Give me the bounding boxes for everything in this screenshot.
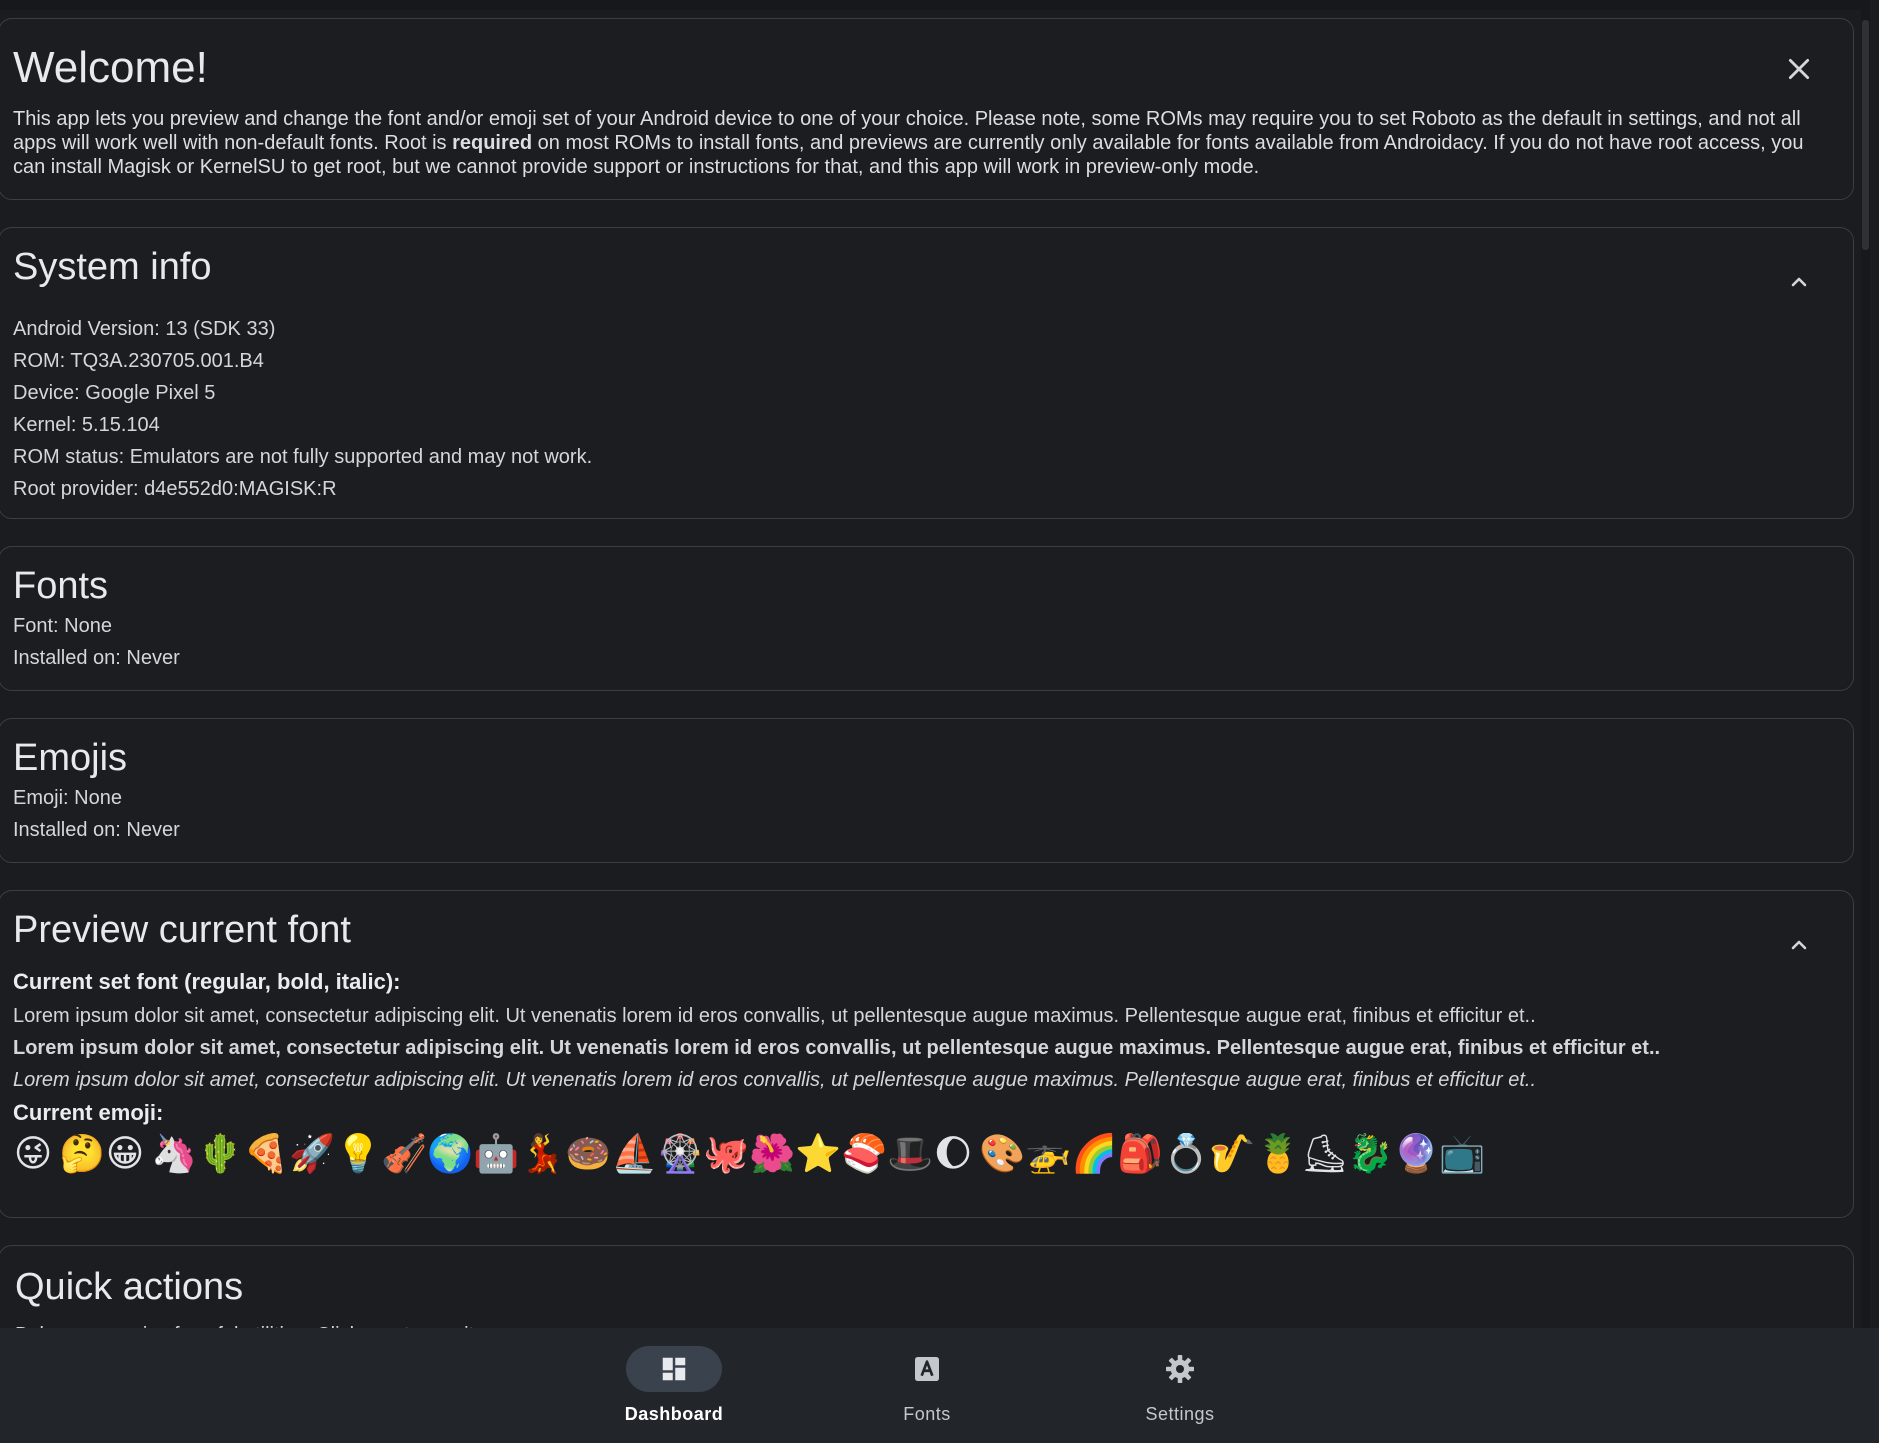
preview-font-heading: Current set font (regular, bold, italic)… bbox=[13, 969, 401, 994]
preview-emoji: 🌵 bbox=[197, 1132, 244, 1175]
preview-emoji: ⛵ bbox=[611, 1132, 658, 1175]
nav-indicator bbox=[626, 1346, 722, 1392]
welcome-title: Welcome! bbox=[13, 43, 208, 92]
system-info-device: Device: Google Pixel 5 bbox=[13, 382, 216, 404]
emojis-card-emoji: Emoji: None bbox=[13, 787, 122, 809]
system-info-rom: ROM: TQ3A.230705.001.B4 bbox=[13, 350, 264, 372]
preview-emoji-heading: Current emoji: bbox=[13, 1100, 164, 1125]
preview-emoji: 🍣 bbox=[841, 1132, 888, 1175]
nav-item-dashboard[interactable]: Dashboard bbox=[574, 1328, 774, 1443]
system-info-kernel: Kernel: 5.15.104 bbox=[13, 414, 160, 436]
preview-italic-sample: Lorem ipsum dolor sit amet, consectetur … bbox=[13, 1069, 1537, 1091]
dashboard-icon bbox=[662, 1357, 686, 1381]
preview-emoji: 🎒 bbox=[1117, 1132, 1164, 1175]
preview-emoji: 🎡 bbox=[657, 1132, 704, 1175]
chevron-up-icon bbox=[1791, 940, 1807, 950]
preview-emoji: 😜 bbox=[13, 1132, 53, 1175]
preview-emoji: 🌈 bbox=[1071, 1132, 1118, 1175]
close-icon bbox=[1788, 58, 1810, 80]
preview-emoji: 🐉 bbox=[1347, 1132, 1394, 1175]
preview-emoji: ⛸ bbox=[1301, 1132, 1348, 1175]
close-button[interactable] bbox=[1781, 51, 1817, 87]
gear-icon bbox=[1166, 1355, 1194, 1383]
preview-emoji: 📺 bbox=[1439, 1132, 1486, 1175]
system-info-collapse-button[interactable] bbox=[1781, 264, 1817, 300]
nav-label-settings: Settings bbox=[1145, 1404, 1215, 1424]
preview-emoji: 🎻 bbox=[381, 1132, 428, 1175]
fonts-card: Fonts Font: None Installed on: Never bbox=[0, 546, 1854, 691]
scrollbar[interactable] bbox=[1861, 0, 1870, 1328]
preview-emoji: 🍍 bbox=[1255, 1132, 1302, 1175]
preview-emoji: 🌔 bbox=[933, 1132, 973, 1175]
quick-actions-subtitle: Below are a mix of useful utilities. Cli… bbox=[15, 1319, 1841, 1328]
fonts-card-installed: Installed on: Never bbox=[13, 647, 180, 669]
preview-emoji: 🎷 bbox=[1209, 1132, 1256, 1175]
nav-label-dashboard: Dashboard bbox=[624, 1404, 724, 1424]
preview-emoji-row: 😜 🤔 😀 🦄 🌵 🍕 🚀 💡 🎻 🌍 🤖 💃 🍩 ⛵ 🎡 🐙 🌺 ⭐ 🍣 🎩 🌔 🎨 🚁 🌈 🎒 💍 🎷 🍍 ⛸ 🐉 🔮 📺 bbox=[13, 1130, 1841, 1178]
preview-emoji: 💃 bbox=[519, 1132, 566, 1175]
fonts-card-title: Fonts bbox=[13, 565, 109, 607]
nav-item-settings[interactable]: Settings bbox=[1080, 1328, 1280, 1443]
preview-emoji: 🌍 bbox=[427, 1132, 474, 1175]
preview-emoji: 💡 bbox=[335, 1132, 382, 1175]
welcome-description: This app lets you preview and change the… bbox=[13, 107, 1841, 179]
emojis-card-installed: Installed on: Never bbox=[13, 819, 180, 841]
system-info-card: System info Android Version: 13 (SDK 33)… bbox=[0, 227, 1854, 519]
chevron-up-icon bbox=[1791, 277, 1807, 287]
preview-emoji: 🍕 bbox=[243, 1132, 290, 1175]
system-info-title: System info bbox=[13, 246, 212, 288]
nav-label-fonts: Fonts bbox=[903, 1404, 951, 1424]
preview-emoji: 🎩 bbox=[887, 1132, 934, 1175]
nav-pill-fonts bbox=[879, 1346, 975, 1392]
nav-pill-settings bbox=[1132, 1346, 1228, 1392]
preview-emoji: 🚀 bbox=[289, 1132, 336, 1175]
preview-emoji: 🎨 bbox=[979, 1132, 1026, 1175]
preview-regular-sample: Lorem ipsum dolor sit amet, consectetur … bbox=[13, 1005, 1536, 1027]
system-info-root-provider: Root provider: d4e552d0:MAGISK:R bbox=[13, 478, 337, 500]
system-info-rom-status: ROM status: Emulators are not fully supp… bbox=[13, 446, 593, 468]
font-icon bbox=[915, 1357, 939, 1381]
preview-emoji: 💍 bbox=[1163, 1132, 1210, 1175]
quick-actions-card: Quick actions Below are a mix of useful … bbox=[0, 1245, 1854, 1328]
preview-collapse-button[interactable] bbox=[1781, 927, 1817, 963]
preview-emoji: 🍩 bbox=[565, 1132, 612, 1175]
dashboard-scroll-area[interactable]: Welcome! This app lets you preview and c… bbox=[0, 0, 1870, 1328]
emojis-card: Emojis Emoji: None Installed on: Never bbox=[0, 718, 1854, 863]
emojis-card-title: Emojis bbox=[13, 737, 128, 779]
preview-emoji: 🦄 bbox=[151, 1132, 198, 1175]
preview-emoji: 🐙 bbox=[703, 1132, 750, 1175]
quick-actions-title: Quick actions bbox=[15, 1266, 244, 1308]
system-info-android-version: Android Version: 13 (SDK 33) bbox=[13, 318, 276, 340]
preview-card: Preview current font Current set font (r… bbox=[0, 890, 1854, 1218]
preview-emoji: ⭐ bbox=[795, 1132, 842, 1175]
preview-emoji: 😀 bbox=[105, 1132, 145, 1175]
fonts-card-font: Font: None bbox=[13, 615, 112, 637]
preview-title: Preview current font bbox=[13, 909, 351, 951]
preview-emoji: 🤖 bbox=[473, 1132, 520, 1175]
preview-bold-sample: Lorem ipsum dolor sit amet, consectetur … bbox=[13, 1037, 1661, 1059]
scrollbar-thumb[interactable] bbox=[1862, 20, 1869, 250]
preview-emoji: 🤔 bbox=[59, 1132, 106, 1175]
bottom-navigation-bar: Dashboard Fonts Settings bbox=[0, 1328, 1879, 1443]
welcome-card: Welcome! This app lets you preview and c… bbox=[0, 18, 1854, 200]
top-divider bbox=[0, 0, 1870, 10]
preview-emoji: 🌺 bbox=[749, 1132, 796, 1175]
preview-emoji: 🔮 bbox=[1393, 1132, 1440, 1175]
preview-emoji: 🚁 bbox=[1025, 1132, 1072, 1175]
welcome-text-required: required bbox=[452, 132, 533, 154]
nav-item-fonts[interactable]: Fonts bbox=[827, 1328, 1027, 1443]
